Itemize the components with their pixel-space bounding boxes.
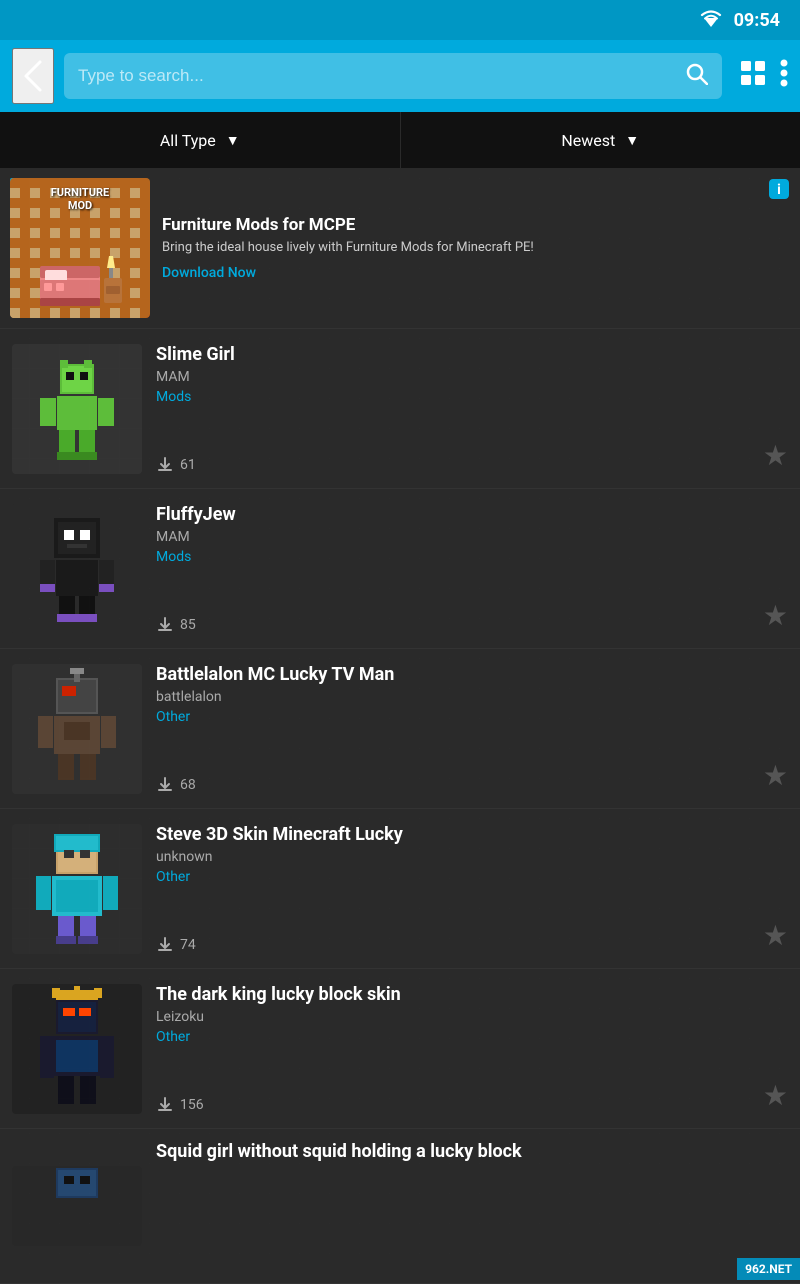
search-icon[interactable] <box>686 63 708 90</box>
status-bar: 09:54 <box>0 0 800 40</box>
item-category-3: Other <box>156 869 788 885</box>
item-name-4: The dark king lucky block skin <box>156 984 788 1005</box>
ad-content: Furniture Mods for MCPE Bring the ideal … <box>162 178 790 318</box>
top-right-icons <box>740 59 788 93</box>
star-button-0[interactable]: ★ <box>763 439 788 472</box>
item-downloads-2: 68 <box>156 776 788 794</box>
item-thumbnail-4 <box>12 984 142 1114</box>
status-time: 09:54 <box>734 10 780 31</box>
star-button-1[interactable]: ★ <box>763 599 788 632</box>
download-icon <box>156 456 174 474</box>
search-container <box>64 53 722 99</box>
type-filter-button[interactable]: All Type ▼ <box>0 112 401 168</box>
star-button-4[interactable]: ★ <box>763 1079 788 1112</box>
item-info-4: The dark king lucky block skin Leizoku O… <box>156 984 788 1114</box>
more-options-icon[interactable] <box>780 59 788 93</box>
item-thumbnail-0 <box>12 344 142 474</box>
item-info-3: Steve 3D Skin Minecraft Lucky unknown Ot… <box>156 824 788 954</box>
item-author-1: MAM <box>156 529 788 545</box>
item-category-2: Other <box>156 709 788 725</box>
type-filter-arrow: ▼ <box>226 132 240 149</box>
sort-filter-arrow: ▼ <box>625 132 639 149</box>
item-category-4: Other <box>156 1029 788 1045</box>
item-category-0: Mods <box>156 389 788 405</box>
item-downloads-3: 74 <box>156 936 788 954</box>
item-name-1: FluffyJew <box>156 504 788 525</box>
ad-description: Bring the ideal house lively with Furnit… <box>162 239 790 257</box>
list-item-1[interactable]: FluffyJew MAM Mods 85 ★ <box>0 489 800 649</box>
watermark: 962.NET <box>737 1258 800 1280</box>
download-icon <box>156 936 174 954</box>
item-downloads-4: 156 <box>156 1096 788 1114</box>
ad-thumb-text: FURNITUREMOD <box>10 186 150 212</box>
download-icon <box>156 616 174 634</box>
list-item-2[interactable]: Battlelalon MC Lucky TV Man battlelalon … <box>0 649 800 809</box>
sort-filter-label: Newest <box>561 131 615 150</box>
item-thumbnail-3 <box>12 824 142 954</box>
item-author-4: Leizoku <box>156 1009 788 1025</box>
item-info-0: Slime Girl MAM Mods 61 <box>156 344 788 474</box>
ad-item[interactable]: Ad FURNITUREMOD <box>0 168 800 329</box>
back-button[interactable] <box>12 48 54 104</box>
item-thumbnail-1 <box>12 504 142 634</box>
item-author-2: battlelalon <box>156 689 788 705</box>
item-category-1: Mods <box>156 549 788 565</box>
item-name-5: Squid girl without squid holding a lucky… <box>156 1141 788 1162</box>
item-name-0: Slime Girl <box>156 344 788 365</box>
item-thumbnail-2 <box>12 664 142 794</box>
item-downloads-0: 61 <box>156 456 788 474</box>
item-info-1: FluffyJew MAM Mods 85 <box>156 504 788 634</box>
list-item[interactable]: Slime Girl MAM Mods 61 ★ <box>0 329 800 489</box>
item-downloads-1: 85 <box>156 616 788 634</box>
list-container: Ad FURNITUREMOD <box>0 168 800 1284</box>
grid-icon[interactable] <box>740 60 766 92</box>
svg-text:i: i <box>777 182 781 198</box>
item-info-5: Squid girl without squid holding a lucky… <box>156 1141 788 1271</box>
download-icon <box>156 776 174 794</box>
item-name-3: Steve 3D Skin Minecraft Lucky <box>156 824 788 845</box>
list-item-4[interactable]: The dark king lucky block skin Leizoku O… <box>0 969 800 1129</box>
item-author-3: unknown <box>156 849 788 865</box>
item-thumbnail-5 <box>12 1166 142 1246</box>
top-bar <box>0 40 800 112</box>
star-button-3[interactable]: ★ <box>763 919 788 952</box>
ad-thumbnail: FURNITUREMOD <box>10 178 150 318</box>
filter-bar: All Type ▼ Newest ▼ <box>0 112 800 168</box>
wifi-icon <box>700 9 722 32</box>
download-icon <box>156 1096 174 1114</box>
item-name-2: Battlelalon MC Lucky TV Man <box>156 664 788 685</box>
ad-title: Furniture Mods for MCPE <box>162 215 790 235</box>
sort-filter-button[interactable]: Newest ▼ <box>401 112 800 168</box>
ad-download-link[interactable]: Download Now <box>162 265 790 281</box>
list-item-5[interactable]: Squid girl without squid holding a lucky… <box>0 1129 800 1284</box>
item-author-0: MAM <box>156 369 788 385</box>
type-filter-label: All Type <box>160 131 216 150</box>
item-info-2: Battlelalon MC Lucky TV Man battlelalon … <box>156 664 788 794</box>
star-button-2[interactable]: ★ <box>763 759 788 792</box>
ad-info-icon[interactable]: i <box>768 178 790 205</box>
search-input[interactable] <box>78 66 678 86</box>
list-item-3[interactable]: Steve 3D Skin Minecraft Lucky unknown Ot… <box>0 809 800 969</box>
